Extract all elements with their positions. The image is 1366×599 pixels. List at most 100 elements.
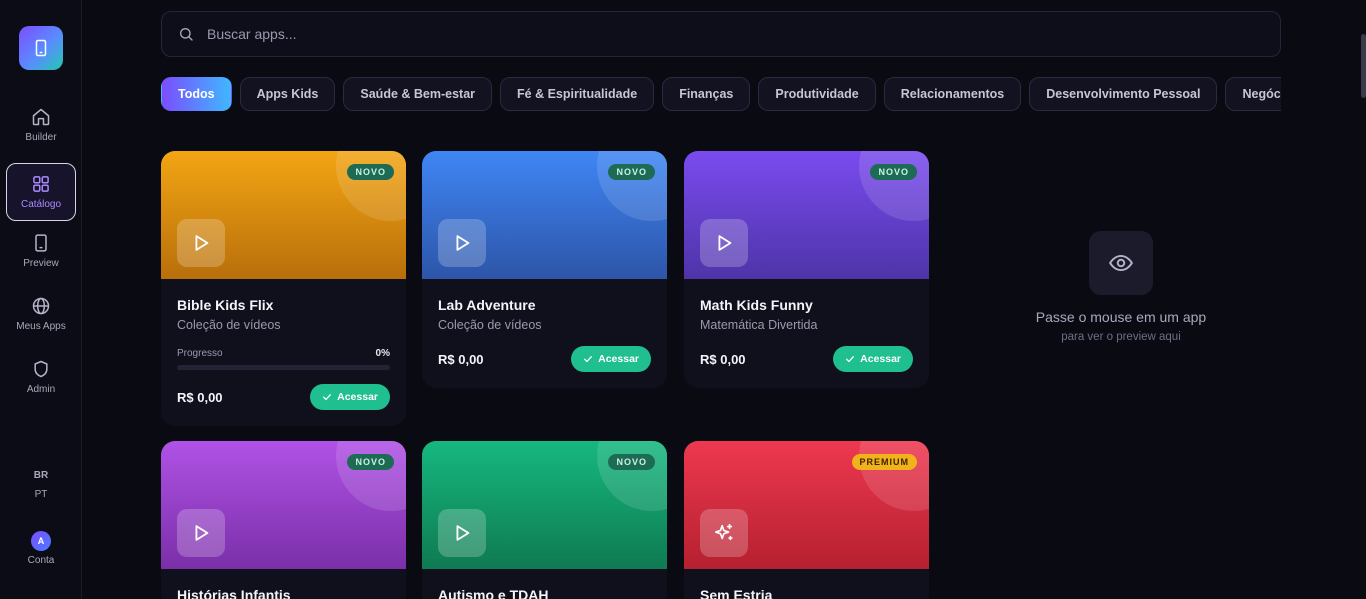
sparkle-button[interactable] <box>700 509 748 557</box>
language-code[interactable]: PT <box>0 489 82 500</box>
app-root: Builder Catálogo Preview Meus Apps Admin… <box>0 0 1366 599</box>
check-icon <box>584 356 593 363</box>
decorative-circle <box>336 151 406 221</box>
grid-icon <box>33 176 49 192</box>
account-label[interactable]: Conta <box>0 555 82 566</box>
card-banner: NOVO <box>684 151 929 279</box>
eye-icon <box>1109 254 1133 272</box>
status-badge: NOVO <box>608 454 655 470</box>
play-button[interactable] <box>177 509 225 557</box>
access-button[interactable]: Acessar <box>571 346 651 372</box>
access-button[interactable]: Acessar <box>833 346 913 372</box>
avatar[interactable]: A <box>31 531 51 551</box>
app-logo[interactable] <box>19 26 63 70</box>
card-subtitle: Coleção de vídeos <box>438 318 542 332</box>
play-button[interactable] <box>177 219 225 267</box>
card-body: Bible Kids Flix Coleção de vídeos Progre… <box>161 279 406 426</box>
play-icon <box>456 525 470 541</box>
card-body: Sem Estria <box>684 569 929 599</box>
sidebar-item-label: Builder <box>25 132 57 143</box>
category-chip-todos[interactable]: Todos <box>161 77 232 111</box>
access-button-label: Acessar <box>860 353 901 365</box>
access-button[interactable]: Acessar <box>310 384 390 410</box>
preview-subtitle: para ver o preview aqui <box>1061 331 1181 343</box>
card-body: Autismo e TDAH <box>422 569 667 599</box>
progress-bar <box>177 365 390 370</box>
status-badge: NOVO <box>347 164 394 180</box>
card-title: Autismo e TDAH <box>438 587 549 599</box>
sidebar-item-label: Meus Apps <box>16 321 66 332</box>
category-chip-desenvolvimento[interactable]: Desenvolvimento Pessoal <box>1029 77 1218 111</box>
status-badge: NOVO <box>870 164 917 180</box>
card-footer: R$ 0,00 Acessar <box>177 384 390 410</box>
category-chip-financas[interactable]: Finanças <box>662 77 751 111</box>
app-card[interactable]: PREMIUM Sem Estria <box>684 441 929 599</box>
card-footer: R$ 0,00 Acessar <box>438 346 651 372</box>
card-footer: R$ 0,00 Acessar <box>700 346 913 372</box>
sidebar-item-label: Preview <box>23 258 59 269</box>
home-icon <box>32 108 50 126</box>
card-title: Math Kids Funny <box>700 297 813 313</box>
play-button[interactable] <box>438 509 486 557</box>
sidebar-item-admin[interactable]: Admin <box>6 348 76 406</box>
progress-row: Progresso 0% <box>177 348 390 359</box>
app-card[interactable]: NOVO Math Kids Funny Matemática Divertid… <box>684 151 929 388</box>
decorative-circle <box>336 441 406 511</box>
search-icon <box>180 28 193 41</box>
category-filter: Todos Apps Kids Saúde & Bem-estar Fé & E… <box>161 77 1281 111</box>
category-chip-produtividade[interactable]: Produtividade <box>758 77 876 111</box>
card-banner: NOVO <box>422 441 667 569</box>
play-button[interactable] <box>438 219 486 267</box>
play-button[interactable] <box>700 219 748 267</box>
card-body: Histórias Infantis <box>161 569 406 599</box>
sidebar: Builder Catálogo Preview Meus Apps Admin… <box>0 0 82 599</box>
category-chip-relacionamentos[interactable]: Relacionamentos <box>883 77 1022 111</box>
preview-panel: Passe o mouse em um app para ver o previ… <box>1000 231 1242 343</box>
status-badge: NOVO <box>608 164 655 180</box>
category-chip-fe[interactable]: Fé & Espiritualidade <box>500 77 655 111</box>
search-input[interactable] <box>207 26 1107 42</box>
sidebar-item-meus-apps[interactable]: Meus Apps <box>6 285 76 343</box>
sidebar-item-builder[interactable]: Builder <box>6 96 76 154</box>
phone-icon <box>35 234 47 252</box>
sparkle-icon <box>714 523 733 541</box>
sidebar-item-label: Catálogo <box>20 199 62 210</box>
scrollbar[interactable] <box>1361 34 1366 98</box>
card-body: Lab Adventure Coleção de vídeos R$ 0,00 … <box>422 279 667 388</box>
shield-icon <box>34 360 48 378</box>
access-button-label: Acessar <box>337 391 378 403</box>
category-chip-apps-kids[interactable]: Apps Kids <box>239 77 336 111</box>
card-title: Sem Estria <box>700 587 773 599</box>
app-card[interactable]: NOVO Histórias Infantis <box>161 441 406 599</box>
card-title: Bible Kids Flix <box>177 297 274 313</box>
card-subtitle: Matemática Divertida <box>700 318 818 332</box>
app-card[interactable]: NOVO Bible Kids Flix Coleção de vídeos P… <box>161 151 406 426</box>
status-badge: NOVO <box>347 454 394 470</box>
decorative-circle <box>597 151 667 221</box>
play-icon <box>718 235 732 251</box>
globe-icon <box>32 297 50 315</box>
card-subtitle: Coleção de vídeos <box>177 318 281 332</box>
sidebar-item-preview[interactable]: Preview <box>6 222 76 280</box>
category-chip-saude[interactable]: Saúde & Bem-estar <box>343 77 493 111</box>
sidebar-item-catalogo[interactable]: Catálogo <box>6 163 76 221</box>
card-banner: NOVO <box>422 151 667 279</box>
card-title: Lab Adventure <box>438 297 536 313</box>
phone-icon <box>35 39 47 57</box>
card-banner: PREMIUM <box>684 441 929 569</box>
card-price: R$ 0,00 <box>177 389 223 405</box>
card-body: Math Kids Funny Matemática Divertida R$ … <box>684 279 929 388</box>
preview-icon-box <box>1089 231 1153 295</box>
progress-value: 0% <box>375 348 390 359</box>
card-banner: NOVO <box>161 441 406 569</box>
language-country[interactable]: BR <box>0 470 82 481</box>
app-card[interactable]: NOVO Lab Adventure Coleção de vídeos R$ … <box>422 151 667 388</box>
access-button-label: Acessar <box>598 353 639 365</box>
decorative-circle <box>859 151 929 221</box>
category-chip-negocios[interactable]: Negócios <box>1225 77 1281 111</box>
card-price: R$ 0,00 <box>700 351 746 367</box>
check-icon <box>846 356 855 363</box>
card-price: R$ 0,00 <box>438 351 484 367</box>
app-card[interactable]: NOVO Autismo e TDAH <box>422 441 667 599</box>
card-title: Histórias Infantis <box>177 587 291 599</box>
